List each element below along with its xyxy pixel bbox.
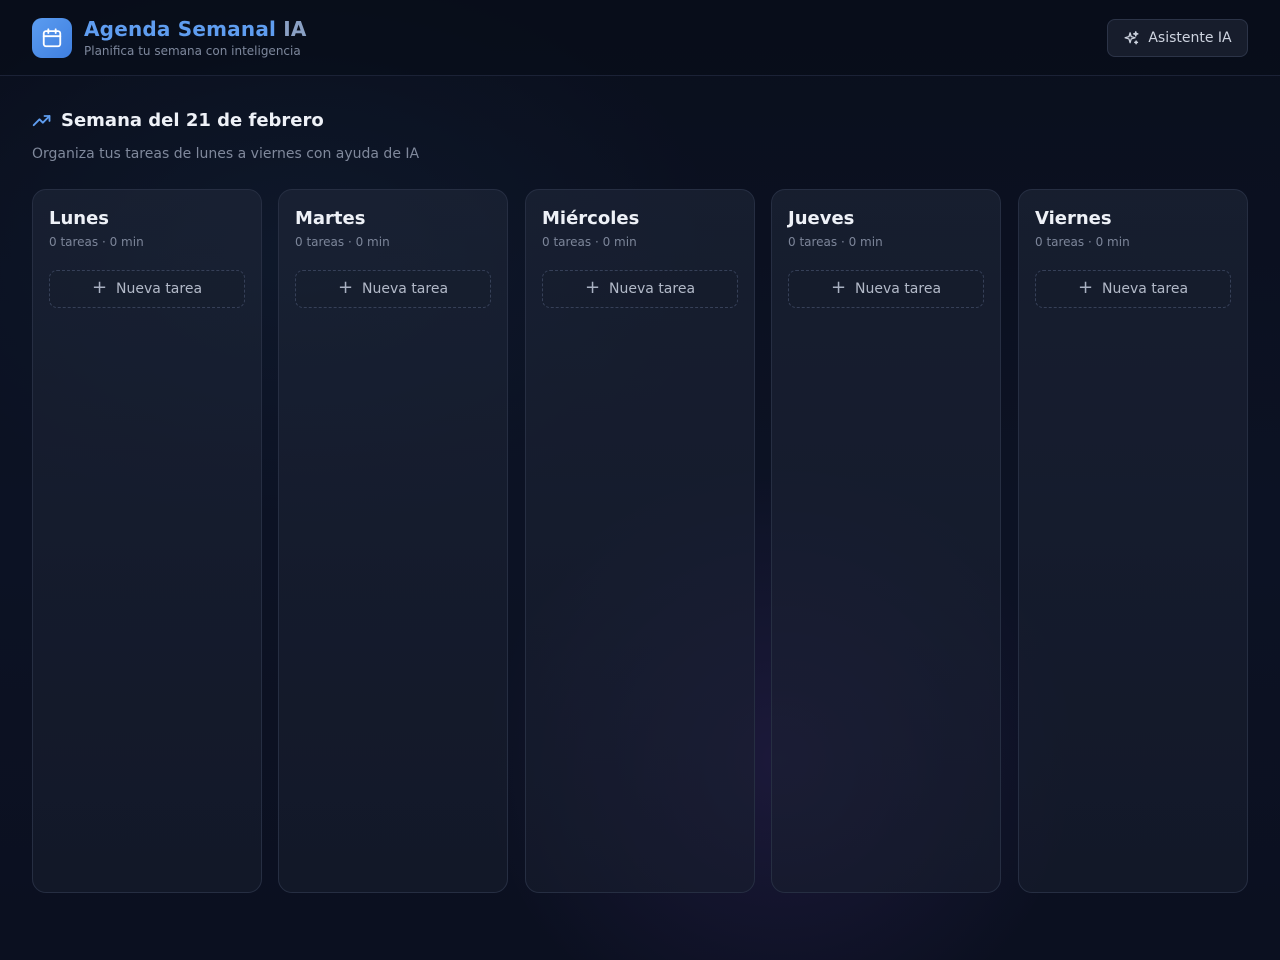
new-task-button-jueves[interactable]: + Nueva tarea: [788, 270, 984, 308]
app-title-suffix: IA: [283, 17, 307, 41]
day-name: Lunes: [49, 208, 110, 229]
new-task-button-martes[interactable]: + Nueva tarea: [295, 270, 491, 308]
day-column-miercoles: Miércoles 0 tareas · 0 min + Nueva tarea: [525, 189, 755, 893]
plus-icon: +: [337, 277, 354, 298]
day-summary: 0 tareas · 0 min: [542, 235, 637, 249]
app-title: Agenda Semanal IA: [84, 17, 307, 41]
week-subtitle: Organiza tus tareas de lunes a viernes c…: [32, 146, 420, 162]
new-task-button-viernes[interactable]: + Nueva tarea: [1035, 270, 1231, 308]
app-title-main: Agenda Semanal: [84, 17, 277, 41]
plus-icon: +: [830, 277, 847, 298]
new-task-label: Nueva tarea: [1102, 281, 1189, 297]
ai-assistant-label: Asistente IA: [1148, 30, 1232, 46]
plus-icon: +: [91, 277, 108, 298]
calendar-icon: [32, 18, 72, 58]
app-subtitle: Planifica tu semana con inteligencia: [84, 44, 301, 58]
day-column-jueves: Jueves 0 tareas · 0 min + Nueva tarea: [771, 189, 1001, 893]
app-header: Agenda Semanal IA Planifica tu semana co…: [0, 0, 1280, 76]
new-task-label: Nueva tarea: [116, 281, 203, 297]
plus-icon: +: [584, 277, 601, 298]
ai-assistant-button[interactable]: Asistente IA: [1107, 19, 1248, 57]
day-summary: 0 tareas · 0 min: [788, 235, 883, 249]
sparkles-icon: [1123, 30, 1140, 47]
plus-icon: +: [1077, 277, 1094, 298]
day-summary: 0 tareas · 0 min: [1035, 235, 1130, 249]
day-summary: 0 tareas · 0 min: [295, 235, 390, 249]
new-task-button-lunes[interactable]: + Nueva tarea: [49, 270, 245, 308]
day-column-martes: Martes 0 tareas · 0 min + Nueva tarea: [278, 189, 508, 893]
day-name: Miércoles: [542, 208, 640, 229]
day-column-viernes: Viernes 0 tareas · 0 min + Nueva tarea: [1018, 189, 1248, 893]
day-summary: 0 tareas · 0 min: [49, 235, 144, 249]
trending-up-icon: [32, 111, 52, 131]
day-name: Viernes: [1035, 208, 1112, 229]
new-task-button-miercoles[interactable]: + Nueva tarea: [542, 270, 738, 308]
new-task-label: Nueva tarea: [362, 281, 449, 297]
day-column-lunes: Lunes 0 tareas · 0 min + Nueva tarea: [32, 189, 262, 893]
new-task-label: Nueva tarea: [609, 281, 696, 297]
day-name: Martes: [295, 208, 366, 229]
day-name: Jueves: [788, 208, 855, 229]
week-title: Semana del 21 de febrero: [61, 110, 324, 131]
week-heading: Semana del 21 de febrero: [32, 110, 324, 131]
new-task-label: Nueva tarea: [855, 281, 942, 297]
